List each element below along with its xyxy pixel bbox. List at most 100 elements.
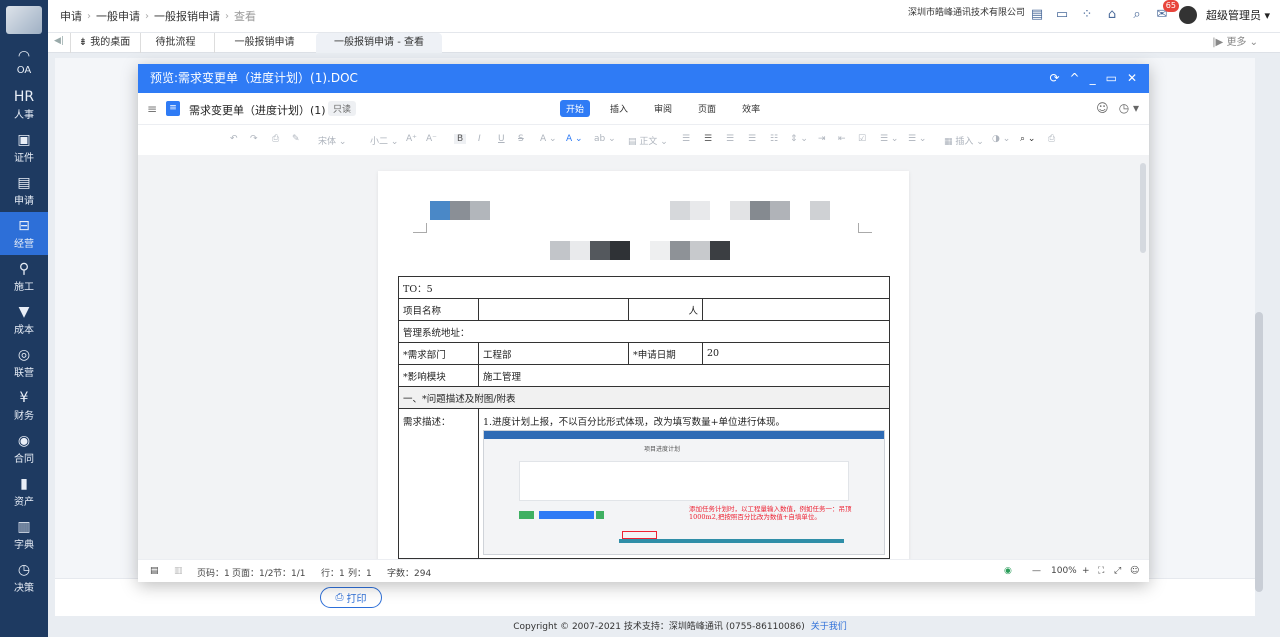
apps-icon[interactable]: ⁘ bbox=[1079, 7, 1095, 23]
align-right-icon[interactable]: ☰ bbox=[726, 134, 734, 144]
justify-icon[interactable]: ☰ bbox=[748, 134, 756, 144]
menu-tab-review[interactable]: 审阅 bbox=[648, 100, 678, 117]
bullet-list-icon[interactable]: ☰ ⌄ bbox=[880, 134, 898, 144]
nav-item-hr[interactable]: HR 人事 bbox=[0, 83, 48, 126]
zoom-level[interactable]: 100% bbox=[1051, 566, 1077, 576]
nav-label: 联营 bbox=[14, 367, 34, 379]
message-icon[interactable]: ✉ 65 bbox=[1154, 0, 1179, 23]
top-bar: 申请 › 一般申请 › 一般报销申请 › 查看 深圳市皓峰通讯技术有限公司 ▤ … bbox=[48, 0, 1280, 33]
nav-item-certificate[interactable]: ▣ 证件 bbox=[0, 126, 48, 169]
zoom-in-icon[interactable]: + bbox=[1082, 566, 1090, 576]
home-icon[interactable]: ⌂ bbox=[1104, 7, 1120, 23]
redo-icon[interactable]: ↷ bbox=[250, 134, 258, 144]
underline-icon[interactable]: U bbox=[498, 134, 505, 144]
page-scrollbar[interactable] bbox=[1255, 312, 1263, 592]
menu-tab-start[interactable]: 开始 bbox=[560, 100, 591, 117]
tab-scroll-left-icon[interactable]: ◀| bbox=[54, 36, 64, 46]
refresh-icon[interactable]: ⟳ bbox=[1049, 64, 1059, 93]
requirement-table: TO：5 项目名称 人 管理系统地址： *需求部门 工程部 *申请日期 20 *… bbox=[398, 276, 890, 559]
redacted-block bbox=[670, 241, 690, 260]
fullscreen-icon[interactable]: ⤢ bbox=[1114, 566, 1121, 576]
preview-dialog: 预览:需求变更单（进度计划）(1).DOC ⟳ ^ _ ▭ ✕ ≡ ≡ 需求变更… bbox=[138, 64, 1149, 582]
line-spacing-icon[interactable]: ⇕ ⌄ bbox=[790, 134, 808, 144]
undo-icon[interactable]: ↶ bbox=[230, 134, 238, 144]
thumbnail-icon[interactable]: ▥ bbox=[174, 566, 183, 576]
nav-item-cost[interactable]: ▼ 成本 bbox=[0, 298, 48, 341]
checklist-icon[interactable]: ☑ bbox=[858, 134, 866, 144]
breadcrumb-item[interactable]: 一般申请 bbox=[96, 8, 140, 24]
dept-label: *需求部门 bbox=[398, 342, 479, 365]
nav-item-dictionary[interactable]: ▥ 字典 bbox=[0, 513, 48, 556]
breadcrumb-current: 查看 bbox=[234, 10, 256, 23]
format-painter-icon[interactable]: ✎ bbox=[292, 134, 300, 144]
nav-item-contract[interactable]: ◉ 合同 bbox=[0, 427, 48, 470]
asset-icon: ▮ bbox=[20, 475, 28, 492]
print-preview-icon[interactable]: ⎙ bbox=[272, 134, 279, 144]
insert-menu[interactable]: ▦ 插入 ⌄ bbox=[944, 134, 984, 147]
nav-item-alliance[interactable]: ◎ 联营 bbox=[0, 341, 48, 384]
grow-font-icon[interactable]: A⁺ bbox=[406, 134, 417, 144]
menu-tab-page[interactable]: 页面 bbox=[692, 100, 722, 117]
tab-pending[interactable]: 待批流程 bbox=[140, 33, 210, 53]
tab-desktop[interactable]: ⇟ 我的桌面 bbox=[70, 33, 138, 53]
redacted-block bbox=[550, 241, 570, 260]
user-menu[interactable]: 超级管理员 ▾ bbox=[1206, 7, 1270, 23]
tab-reimburse-view[interactable]: 一般报销申请 - 查看 bbox=[316, 33, 442, 53]
distribute-icon[interactable]: ☷ bbox=[770, 134, 778, 144]
menu-icon[interactable]: ≡ bbox=[147, 102, 157, 116]
font-effect-icon[interactable]: A ⌄ bbox=[540, 134, 557, 144]
menu-tab-efficiency[interactable]: 效率 bbox=[736, 100, 766, 117]
bold-icon[interactable]: B bbox=[454, 134, 467, 144]
document-scrollbar[interactable] bbox=[1140, 163, 1146, 253]
breadcrumb-item[interactable]: 一般报销申请 bbox=[154, 8, 220, 24]
collapse-icon[interactable]: ^ bbox=[1070, 64, 1080, 93]
outdent-icon[interactable]: ⇤ bbox=[838, 134, 846, 144]
align-center-icon[interactable]: ☰ bbox=[704, 134, 712, 144]
breadcrumb-item[interactable]: 申请 bbox=[60, 8, 82, 24]
font-size-select[interactable]: 小二 ⌄ bbox=[370, 134, 398, 147]
nav-item-finance[interactable]: ¥ 财务 bbox=[0, 384, 48, 427]
find-icon[interactable]: ⌕ ⌄ bbox=[1020, 134, 1035, 144]
nav-item-business[interactable]: ⊟ 经营 bbox=[0, 212, 48, 255]
eye-protect-icon[interactable]: ☺ bbox=[1130, 566, 1139, 576]
outline-icon[interactable]: ▤ bbox=[150, 566, 159, 576]
history-icon[interactable]: ◷ ▾ bbox=[1119, 101, 1139, 115]
tab-reimburse[interactable]: 一般报销申请 bbox=[214, 33, 314, 53]
print-icon[interactable]: ⎙ bbox=[1048, 134, 1055, 144]
document-viewport[interactable]: TO：5 项目名称 人 管理系统地址： *需求部门 工程部 *申请日期 20 *… bbox=[138, 155, 1149, 559]
indent-icon[interactable]: ⇥ bbox=[818, 134, 826, 144]
nav-item-construction[interactable]: ⚲ 施工 bbox=[0, 255, 48, 298]
print-button[interactable]: ⎙ 打印 bbox=[320, 587, 382, 608]
nav-item-decision[interactable]: ◷ 决策 bbox=[0, 556, 48, 599]
close-icon[interactable]: ✕ bbox=[1127, 64, 1137, 93]
about-link[interactable]: 关于我们 bbox=[811, 622, 847, 632]
avatar[interactable] bbox=[1178, 6, 1197, 24]
monitor-icon[interactable]: ▭ bbox=[1054, 7, 1070, 23]
fit-page-icon[interactable]: ⛶ bbox=[1098, 566, 1104, 576]
nav-label: 合同 bbox=[14, 453, 34, 465]
document-icon[interactable]: ▤ bbox=[1029, 7, 1045, 23]
zoom-out-icon[interactable]: — bbox=[1032, 566, 1041, 576]
cloud-sync-icon[interactable]: ◉ bbox=[1004, 566, 1012, 576]
nav-item-asset[interactable]: ▮ 资产 bbox=[0, 470, 48, 513]
embedded-screenshot: 项目进度计划 添加任务计划时，以工程量输入数值，例如任务一：吊顶1000m2,把… bbox=[483, 430, 885, 555]
menu-tab-insert[interactable]: 插入 bbox=[604, 100, 634, 117]
font-color-icon[interactable]: A ⌄ bbox=[566, 134, 583, 144]
maximize-icon[interactable]: ▭ bbox=[1106, 64, 1117, 93]
shape-icon[interactable]: ◑ ⌄ bbox=[992, 134, 1010, 144]
nav-item-oa[interactable]: ◠ OA bbox=[0, 40, 48, 83]
strike-icon[interactable]: S bbox=[518, 134, 524, 144]
company-name: 深圳市皓峰通讯技术有限公司 bbox=[908, 8, 1026, 18]
align-left-icon[interactable]: ☰ bbox=[682, 134, 690, 144]
more-tabs-button[interactable]: |▶ 更多 ⌄ bbox=[1212, 33, 1258, 53]
search-icon[interactable]: ⌕ bbox=[1129, 7, 1145, 23]
minimize-icon[interactable]: _ bbox=[1090, 64, 1096, 93]
font-select[interactable]: 宋体 ⌄ bbox=[318, 134, 346, 147]
number-list-icon[interactable]: ☰ ⌄ bbox=[908, 134, 926, 144]
shrink-font-icon[interactable]: A⁻ bbox=[426, 134, 437, 144]
assistant-icon[interactable]: ☺ bbox=[1096, 101, 1109, 115]
style-select[interactable]: ▤ 正文 ⌄ bbox=[628, 134, 668, 147]
highlight-icon[interactable]: ab ⌄ bbox=[594, 134, 616, 144]
italic-icon[interactable]: I bbox=[478, 134, 481, 144]
nav-item-apply[interactable]: ▤ 申请 bbox=[0, 169, 48, 212]
